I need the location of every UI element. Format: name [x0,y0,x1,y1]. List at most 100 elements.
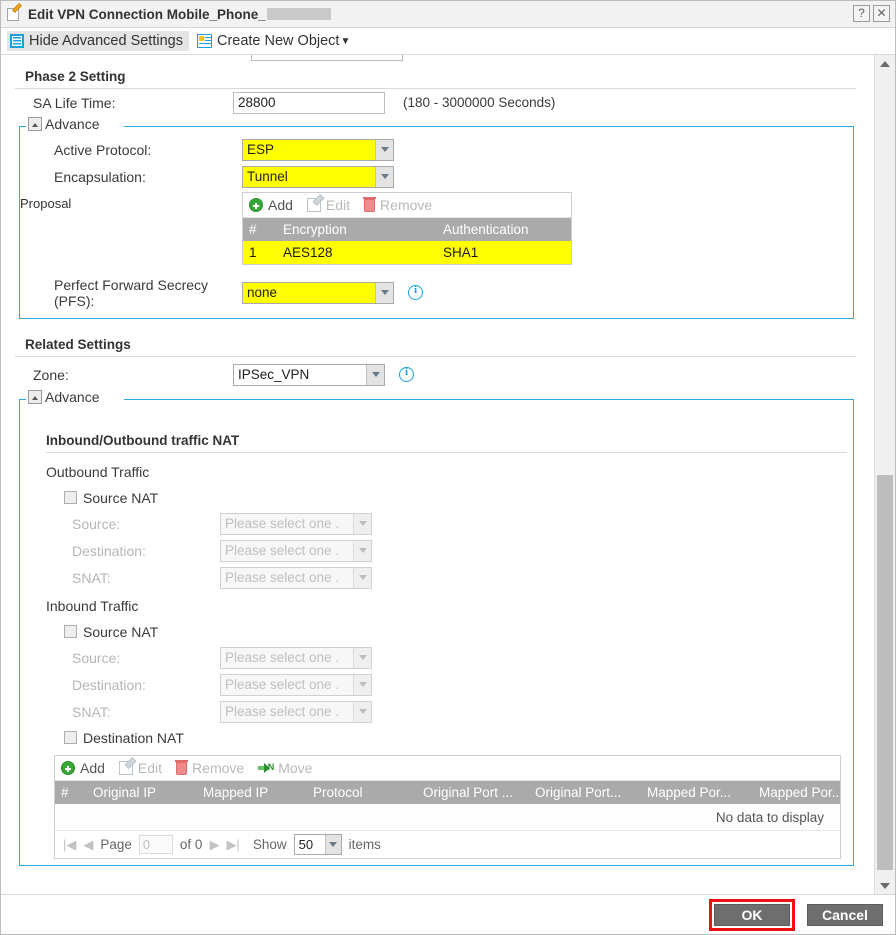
pfs-select[interactable]: none [242,282,394,304]
chevron-down-icon [353,514,371,534]
proposal-edit-button[interactable]: Edit [307,197,350,213]
outbound-snat-label: SNAT: [20,570,220,586]
zone-row: Zone: IPSec_VPN [11,361,860,388]
nat-grid: Add Edit Remove N Move [54,755,841,859]
inbound-source-nat-checkbox-row: Source NAT [20,619,853,644]
column-header: Authentication [437,222,571,237]
phase2-advance-label: Advance [45,116,99,132]
column-header: # [243,222,277,237]
nat-grid-empty-message: No data to display [55,804,840,830]
outbound-snat-select: Please select one . [220,567,372,589]
cancel-button[interactable]: Cancel [807,904,883,926]
outbound-traffic-title: Outbound Traffic [20,459,853,485]
create-new-object-button[interactable]: Create New Object ▼ [197,33,350,49]
cell-encryption: AES128 [277,245,437,260]
encapsulation-label: Encapsulation: [20,169,242,185]
edit-vpn-connection-dialog: Edit VPN Connection Mobile_Phone_ ? ✕ Hi… [0,0,896,935]
outbound-snat-row: SNAT: Please select one . [20,564,853,591]
proposal-remove-label: Remove [380,197,432,213]
active-protocol-row: Active Protocol: ESP [20,136,853,163]
inbound-source-nat-checkbox[interactable] [64,625,77,638]
move-icon: N [258,762,273,774]
chevron-down-icon [353,541,371,561]
nat-add-button[interactable]: Add [61,760,105,776]
scroll-down-icon[interactable] [875,877,895,894]
proposal-grid-toolbar: Add Edit Remove [243,193,571,218]
nat-remove-button[interactable]: Remove [176,760,244,776]
proposal-label: Proposal [20,192,242,211]
create-new-object-label: Create New Object [217,33,340,49]
active-protocol-select[interactable]: ESP [242,139,394,161]
prev-page-icon[interactable]: ◀ [83,837,93,853]
dialog-toolbar: Hide Advanced Settings Create New Object… [1,28,895,55]
inbound-destination-select: Please select one . [220,674,372,696]
sa-life-time-input[interactable] [233,92,385,114]
encapsulation-select[interactable]: Tunnel [242,166,394,188]
hide-advanced-settings-button[interactable]: Hide Advanced Settings [7,31,189,51]
next-page-icon[interactable]: ▶ [209,837,219,853]
sa-life-time-hint: (180 - 3000000 Seconds) [403,95,555,110]
sa-life-time-row: SA Life Time: (180 - 3000000 Seconds) [11,89,860,116]
chevron-down-icon [353,648,371,668]
chevron-down-icon [353,675,371,695]
ok-button[interactable]: OK [714,904,790,926]
sa-life-time-label: SA Life Time: [11,95,233,111]
column-header: # [55,785,87,800]
destination-nat-checkbox[interactable] [64,731,77,744]
nat-grid-toolbar: Add Edit Remove N Move [55,756,840,781]
nat-edit-button[interactable]: Edit [119,760,162,776]
column-header: Original Port ... [417,785,529,800]
table-row[interactable]: 1 AES128 SHA1 [243,241,571,264]
page-title-text: Edit VPN Connection Mobile_Phone_ [28,7,266,22]
items-label: items [349,837,381,852]
outbound-destination-select: Please select one . [220,540,372,562]
inbound-snat-select: Please select one . [220,701,372,723]
phase2-advance-legend: Advance [28,116,103,132]
close-icon[interactable]: ✕ [873,5,890,22]
proposal-add-button[interactable]: Add [249,197,293,213]
nat-move-button[interactable]: N Move [258,760,312,776]
phase2-advance-fieldset: Advance Active Protocol: ESP Encapsulati… [19,126,854,319]
outbound-source-nat-checkbox[interactable] [64,491,77,504]
new-object-icon [197,34,212,48]
edit-icon [119,761,133,775]
scroll-up-icon[interactable] [875,55,895,72]
column-header: Mapped Por... [753,785,840,800]
page-size-value: 50 [295,837,325,852]
clipped-input-above[interactable] [251,55,403,61]
phase2-section-title: Phase 2 Setting [15,55,856,89]
destination-nat-checkbox-row: Destination NAT [20,725,853,750]
inbound-snat-label: SNAT: [20,704,220,720]
nat-move-label: Move [278,760,312,776]
destination-nat-label: Destination NAT [83,730,184,746]
collapse-toggle-icon[interactable] [28,117,42,131]
vertical-scrollbar[interactable] [874,55,895,894]
nat-subsection-title: Inbound/Outbound traffic NAT [46,433,847,453]
last-page-icon[interactable]: ▶| [226,837,239,853]
inbound-source-row: Source: Please select one . [20,644,853,671]
page-size-select[interactable]: 50 [294,834,342,855]
page-number-input[interactable] [139,835,173,854]
column-header: Original Port... [529,785,641,800]
collapse-toggle-icon[interactable] [28,390,42,404]
outbound-destination-value: Please select one . [221,543,353,558]
inbound-source-select: Please select one . [220,647,372,669]
first-page-icon[interactable]: |◀ [63,837,76,853]
outbound-source-value: Please select one . [221,516,353,531]
nat-grid-pager: |◀ ◀ Page of 0 ▶ ▶| Show 50 items [55,830,840,858]
add-icon [61,761,75,775]
page-title: Edit VPN Connection Mobile_Phone_ [28,7,331,22]
active-protocol-value: ESP [243,142,375,157]
inbound-destination-label: Destination: [20,677,220,693]
edit-page-icon [7,7,22,22]
inbound-source-label: Source: [20,650,220,666]
info-icon[interactable] [399,367,414,382]
inbound-source-value: Please select one . [221,650,353,665]
info-icon[interactable] [408,285,423,300]
zone-select[interactable]: IPSec_VPN [233,364,385,386]
scrollbar-thumb[interactable] [877,475,893,870]
help-icon[interactable]: ? [853,5,870,22]
outbound-source-select: Please select one . [220,513,372,535]
chevron-down-icon [366,365,384,385]
proposal-remove-button[interactable]: Remove [364,197,432,213]
